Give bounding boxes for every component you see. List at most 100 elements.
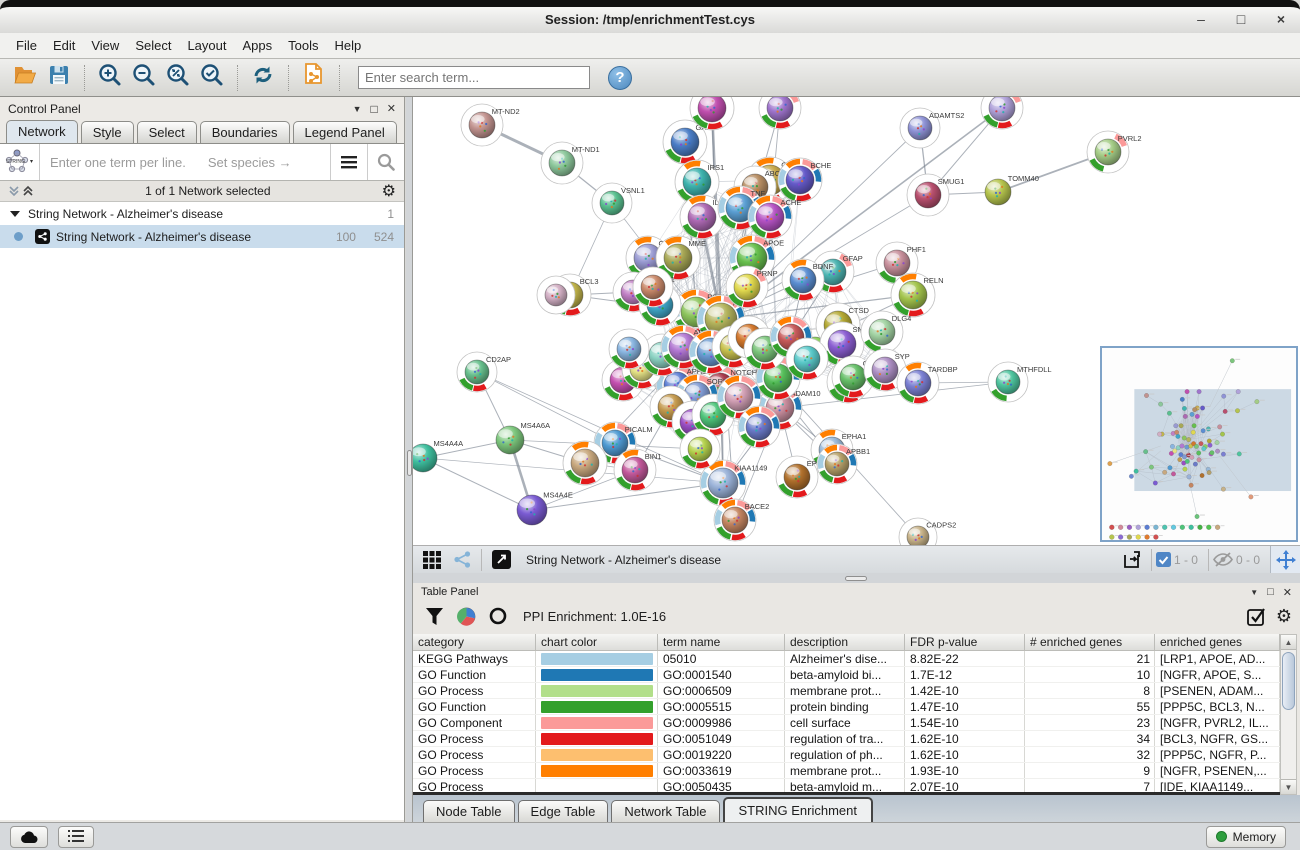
network-node[interactable] [633,267,673,307]
zoom-fit-button[interactable] [163,63,193,93]
string-logo-dropdown[interactable]: STRING [0,144,40,180]
filter-button[interactable] [421,604,447,628]
float-panel-icon[interactable]: ▼ [353,104,362,114]
table-row[interactable]: GO ProcessGO:0006509membrane prot...1.42… [413,683,1280,699]
tab-network[interactable]: Network [6,120,78,143]
menu-item-view[interactable]: View [83,35,127,56]
tree-root-row[interactable]: String Network - Alzheimer's disease 1 [0,202,404,225]
tree-network-row[interactable]: String Network - Alzheimer's disease 100… [0,225,404,248]
column-header-term-name[interactable]: term name [658,634,785,651]
network-node[interactable]: MTHFDLL [988,362,1052,402]
column-header-description[interactable]: description [785,634,905,651]
scroll-up-arrow[interactable]: ▲ [1281,635,1296,650]
hidden-eye-icon[interactable] [1213,552,1233,567]
open-in-window-button[interactable] [488,548,514,572]
minimize-panel-icon[interactable]: □ [371,102,378,116]
table-row[interactable]: GO ProcessGO:0033619membrane prot...1.93… [413,763,1280,779]
automation-button[interactable] [10,826,48,848]
tab-node-table[interactable]: Node Table [423,800,515,822]
network-node[interactable] [563,441,607,485]
minimize-button[interactable]: – [1190,11,1212,27]
refresh-button[interactable] [248,63,278,93]
pan-tool-button[interactable] [1270,546,1300,574]
menu-item-help[interactable]: Help [327,35,370,56]
network-node[interactable] [981,97,1023,129]
table-row[interactable]: GO ProcessGO:0051049regulation of tra...… [413,731,1280,747]
network-node[interactable]: MS4A4E [517,490,573,525]
close-panel-icon[interactable]: ✕ [387,102,396,115]
network-node[interactable] [537,276,575,314]
memory-button[interactable]: Memory [1206,826,1286,848]
column-header-category[interactable]: category [413,634,536,651]
network-node[interactable]: PRNP [726,266,778,308]
select-columns-icon[interactable] [1247,607,1266,626]
float-panel-icon[interactable]: ▼ [1250,588,1258,597]
minimize-panel-icon[interactable]: □ [1267,586,1274,598]
collapse-triangle-icon[interactable] [10,210,20,218]
selected-checkbox-icon[interactable] [1156,552,1171,567]
scrollbar-thumb[interactable] [1282,652,1295,710]
network-node[interactable] [786,338,828,380]
tab-edge-table[interactable]: Edge Table [518,800,609,822]
tab-legend-panel[interactable]: Legend Panel [293,121,397,143]
column-header--enriched-genes[interactable]: # enriched genes [1025,634,1155,651]
menu-item-edit[interactable]: Edit [45,35,83,56]
divider-grip[interactable] [407,450,412,476]
table-gear-icon[interactable]: ⚙ [1276,606,1292,627]
share-view-button[interactable] [449,548,475,572]
menu-item-apps[interactable]: Apps [235,35,281,56]
menu-item-layout[interactable]: Layout [179,35,234,56]
zoom-selected-button[interactable] [197,63,227,93]
network-node[interactable]: SMUG1 [907,174,964,216]
string-options-button[interactable] [330,144,367,180]
tab-boundaries[interactable]: Boundaries [200,121,290,143]
collapse-expand-icons[interactable] [8,185,34,198]
network-node[interactable]: MT-ND1 [541,142,600,184]
ring-chart-button[interactable] [485,604,511,628]
help-button[interactable]: ? [608,66,632,90]
gear-icon[interactable]: ⚙ [382,181,396,201]
network-node[interactable]: TOMM40 [985,174,1039,205]
table-row[interactable]: GO ProcessGO:0019220regulation of ph...1… [413,747,1280,763]
save-session-button[interactable] [44,63,74,93]
close-button[interactable]: × [1270,11,1292,27]
enrichment-table[interactable]: categorychart colorterm namedescriptionF… [413,634,1280,795]
network-node[interactable]: PVRL2 [1087,131,1142,173]
network-node[interactable]: ADAMTS2 [900,108,964,148]
string-term-placeholder[interactable]: Enter one term per line. [40,155,186,170]
network-node[interactable]: ACHE [748,195,801,239]
tab-string-enrichment[interactable]: STRING Enrichment [723,797,873,822]
grid-view-button[interactable] [419,548,445,572]
network-node[interactable]: CADPS2 [899,518,956,545]
birds-eye-view[interactable] [1100,346,1298,542]
table-vertical-scrollbar[interactable]: ▲ ▼ [1280,634,1297,795]
table-row[interactable]: GO FunctionGO:0001540beta-amyloid bi...1… [413,667,1280,683]
export-network-button[interactable] [299,63,329,93]
table-row[interactable]: KEGG Pathways05010Alzheimer's dise...8.8… [413,651,1280,667]
export-view-button[interactable] [1119,548,1145,572]
network-node[interactable]: CD2AP [457,352,511,392]
chart-settings-button[interactable] [453,604,479,628]
column-header-FDR-p-value[interactable]: FDR p-value [905,634,1025,651]
network-node[interactable]: APBB1 [817,444,870,484]
network-node[interactable]: BIN1 [614,449,661,491]
menu-item-tools[interactable]: Tools [280,35,326,56]
string-search-button[interactable] [367,144,404,180]
search-input[interactable] [358,66,590,89]
tab-style[interactable]: Style [81,121,134,143]
column-header-chart-color[interactable]: chart color [536,634,658,651]
menu-item-select[interactable]: Select [127,35,179,56]
zoom-out-button[interactable] [129,63,159,93]
splitter-grip[interactable] [845,576,867,581]
table-row[interactable]: GO ProcessGO:0050435beta-amyloid m...2.0… [413,779,1280,795]
menu-item-file[interactable]: File [8,35,45,56]
network-node[interactable]: MS4A4A [413,439,463,472]
maximize-button[interactable]: □ [1230,11,1252,27]
zoom-in-button[interactable] [95,63,125,93]
network-node[interactable]: VSNL1 [592,183,645,223]
tab-network-table[interactable]: Network Table [611,800,719,822]
network-node[interactable] [759,97,801,129]
scroll-down-arrow[interactable]: ▼ [1281,779,1296,794]
close-panel-icon[interactable]: ✕ [1283,586,1292,599]
tab-select[interactable]: Select [137,121,197,143]
